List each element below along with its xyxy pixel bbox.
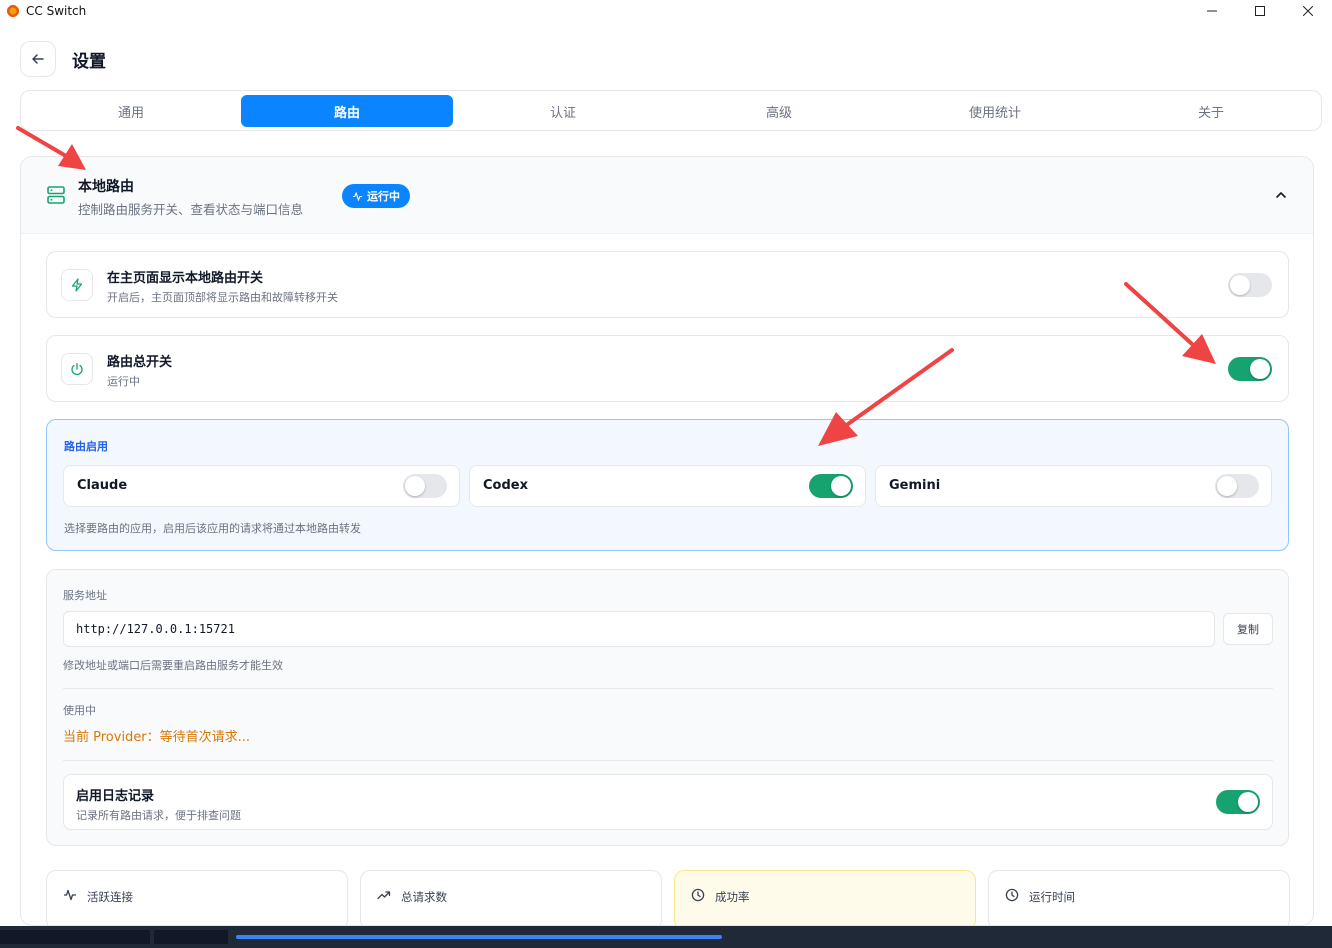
claude-toggle[interactable] bbox=[403, 474, 447, 498]
stat-label: 运行时间 bbox=[1029, 890, 1075, 904]
server-icon bbox=[47, 186, 65, 204]
app-name-codex: Codex bbox=[483, 478, 528, 493]
status-badge: 运行中 bbox=[342, 184, 410, 208]
taskbar-item[interactable] bbox=[154, 930, 228, 944]
stat-label: 总请求数 bbox=[401, 890, 447, 904]
stat-label: 成功率 bbox=[715, 890, 750, 904]
page-title: 设置 bbox=[72, 51, 106, 72]
minimize-button[interactable] bbox=[1188, 0, 1236, 22]
panel-header[interactable]: 本地路由 控制路由服务开关、查看状态与端口信息 运行中 bbox=[21, 157, 1313, 234]
activity-icon bbox=[352, 191, 363, 201]
divider bbox=[63, 760, 1273, 761]
title-bar: CC Switch bbox=[0, 0, 1332, 22]
routing-enable-label: 路由启用 bbox=[64, 440, 108, 453]
trending-up-icon bbox=[377, 891, 391, 900]
stat-total-requests: 总请求数 bbox=[360, 870, 662, 925]
logging-toggle[interactable] bbox=[1216, 790, 1260, 814]
window-controls bbox=[1188, 0, 1332, 22]
stat-success-rate: 成功率 bbox=[674, 870, 976, 925]
panel-subtitle: 控制路由服务开关、查看状态与端口信息 bbox=[78, 202, 304, 217]
tab-general[interactable]: 通用 bbox=[25, 95, 237, 127]
logging-subtitle: 记录所有路由请求，便于排查问题 bbox=[76, 809, 241, 822]
restart-hint: 修改地址或端口后需要重启路由服务才能生效 bbox=[63, 659, 283, 672]
taskbar bbox=[0, 926, 1332, 948]
logging-title: 启用日志记录 bbox=[76, 789, 155, 804]
close-icon bbox=[1303, 6, 1313, 16]
minimize-icon bbox=[1207, 10, 1217, 12]
tab-advanced[interactable]: 高级 bbox=[673, 95, 885, 127]
panel-title: 本地路由 bbox=[78, 179, 134, 195]
taskbar-progress bbox=[236, 935, 722, 939]
tab-usage-stats[interactable]: 使用统计 bbox=[889, 95, 1101, 127]
routing-enable-section: 路由启用 Claude Codex Gemini 选择要路由的应用，启用后该应用… bbox=[46, 419, 1289, 551]
routing-hint: 选择要路由的应用，启用后该应用的请求将通过本地路由转发 bbox=[64, 522, 361, 535]
show-main-toggle-card: 在主页面显示本地路由开关 开启后，主页面顶部将显示路由和故障转移开关 bbox=[46, 251, 1289, 318]
zap-icon bbox=[71, 278, 83, 292]
address-input[interactable] bbox=[63, 611, 1215, 647]
in-use-label: 使用中 bbox=[63, 704, 96, 717]
stat-active-connections: 活跃连接 bbox=[46, 870, 348, 925]
master-switch-title: 路由总开关 bbox=[107, 355, 173, 370]
local-routing-panel: 本地路由 控制路由服务开关、查看状态与端口信息 运行中 在主页面显示本地路由开关… bbox=[20, 156, 1314, 926]
codex-toggle[interactable] bbox=[809, 474, 853, 498]
settings-tabs: 通用 路由 认证 高级 使用统计 关于 bbox=[20, 90, 1322, 131]
master-switch-card: 路由总开关 运行中 bbox=[46, 335, 1289, 402]
arrow-left-icon bbox=[32, 54, 44, 64]
master-switch-subtitle: 运行中 bbox=[107, 375, 140, 388]
tab-routing[interactable]: 路由 bbox=[241, 95, 453, 127]
card-icon-box bbox=[61, 269, 93, 301]
settings-header: 设置 bbox=[20, 41, 106, 77]
clock-icon bbox=[1005, 888, 1019, 902]
window-title: CC Switch bbox=[26, 4, 87, 18]
current-provider-text: 当前 Provider：等待首次请求... bbox=[63, 730, 251, 745]
app-name-claude: Claude bbox=[77, 478, 128, 493]
show-main-toggle-subtitle: 开启后，主页面顶部将显示路由和故障转移开关 bbox=[107, 291, 338, 304]
card-icon-box bbox=[61, 353, 93, 385]
app-name-gemini: Gemini bbox=[889, 478, 941, 493]
taskbar-item[interactable] bbox=[0, 930, 150, 944]
app-card-codex: Codex bbox=[469, 465, 866, 507]
maximize-icon bbox=[1255, 6, 1265, 16]
show-main-toggle-title: 在主页面显示本地路由开关 bbox=[107, 271, 264, 286]
logging-card: 启用日志记录 记录所有路由请求，便于排查问题 bbox=[63, 774, 1273, 830]
chevron-up-icon[interactable] bbox=[1275, 189, 1287, 201]
tab-about[interactable]: 关于 bbox=[1105, 95, 1317, 127]
close-window-button[interactable] bbox=[1284, 0, 1332, 22]
master-switch-toggle[interactable] bbox=[1228, 357, 1272, 381]
maximize-button[interactable] bbox=[1236, 0, 1284, 22]
server-section: 服务地址 复制 修改地址或端口后需要重启路由服务才能生效 使用中 当前 Prov… bbox=[46, 569, 1289, 846]
gemini-toggle[interactable] bbox=[1215, 474, 1259, 498]
copy-button[interactable]: 复制 bbox=[1223, 613, 1273, 645]
app-logo-icon bbox=[6, 4, 20, 18]
app-card-claude: Claude bbox=[63, 465, 460, 507]
stat-label: 活跃连接 bbox=[87, 890, 133, 904]
address-label: 服务地址 bbox=[63, 589, 107, 602]
power-icon bbox=[71, 362, 83, 376]
back-button[interactable] bbox=[20, 41, 56, 77]
app-card-gemini: Gemini bbox=[875, 465, 1272, 507]
show-main-toggle-switch[interactable] bbox=[1228, 273, 1272, 297]
clock-icon bbox=[691, 888, 705, 902]
divider bbox=[63, 688, 1273, 689]
tab-auth[interactable]: 认证 bbox=[457, 95, 669, 127]
activity-icon bbox=[64, 889, 76, 901]
status-badge-label: 运行中 bbox=[367, 190, 400, 203]
stat-uptime: 运行时间 bbox=[988, 870, 1290, 925]
